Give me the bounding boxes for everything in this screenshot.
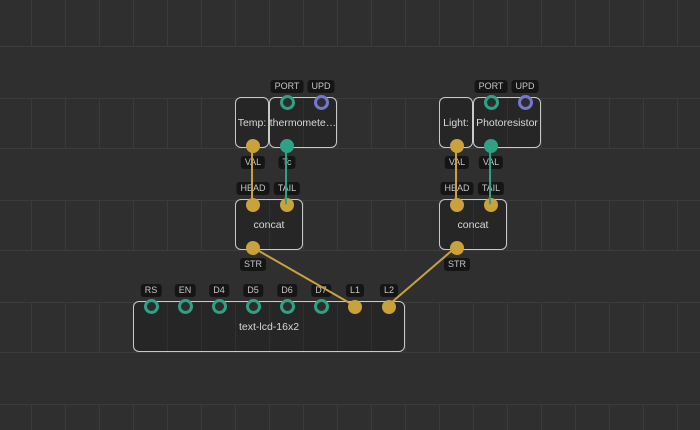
nodes-layer: Temp:VALthermomete…PORTUPDTc Light:VALPho… [0,0,700,430]
node-title: concat [458,219,489,231]
pin-thermometer-upd[interactable] [314,95,329,110]
pin-text-lcd-16x2-l1[interactable] [348,300,362,314]
pin-text-lcd-16x2-d4[interactable] [212,299,227,314]
pin-text-lcd-16x2-d7[interactable] [314,299,329,314]
node-title: thermomete… [270,117,337,129]
pin-text-lcd-16x2-rs[interactable] [144,299,159,314]
pin-label-en: EN [175,284,196,297]
pin-text-lcd-16x2-en[interactable] [178,299,193,314]
pin-photoresistor-upd[interactable] [518,95,533,110]
node-title: text-lcd-16x2 [239,321,299,333]
pin-label-upd: UPD [307,80,334,93]
node-text-lcd-16x2[interactable]: text-lcd-16x2RSEND4D5D6D7L1L2 [133,301,405,352]
pin-label-str: STR [444,258,470,271]
pin-label-l2: L2 [380,284,398,297]
pin-label-d6: D6 [277,284,297,297]
node-temp-label[interactable]: Temp:VAL [235,97,269,148]
node-concat-right[interactable]: concatHEADTAILSTR [439,199,507,250]
pin-text-lcd-16x2-d5[interactable] [246,299,261,314]
node-title: concat [254,219,285,231]
pin-label-rs: RS [141,284,162,297]
node-concat-left[interactable]: concatHEADTAILSTR [235,199,303,250]
pin-label-d5: D5 [243,284,263,297]
pin-thermometer-port[interactable] [280,95,295,110]
pin-label-l1: L1 [346,284,364,297]
node-title: Temp: [238,117,267,129]
pin-label-port: PORT [475,80,508,93]
pin-label-str: STR [240,258,266,271]
pin-text-lcd-16x2-d6[interactable] [280,299,295,314]
node-thermometer[interactable]: thermomete…PORTUPDTc [269,97,337,148]
node-light-label[interactable]: Light:VAL [439,97,473,148]
node-photoresistor[interactable]: PhotoresistorPORTUPDVAL [473,97,541,148]
pin-label-d4: D4 [209,284,229,297]
node-title: Photoresistor [476,117,538,129]
pin-photoresistor-port[interactable] [484,95,499,110]
pin-concat-right-str[interactable] [450,241,464,255]
pin-label-port: PORT [271,80,304,93]
patch-board[interactable]: Temp:VALthermomete…PORTUPDTc Light:VALPho… [0,0,700,430]
node-title: Light: [443,117,469,129]
pin-label-upd: UPD [511,80,538,93]
